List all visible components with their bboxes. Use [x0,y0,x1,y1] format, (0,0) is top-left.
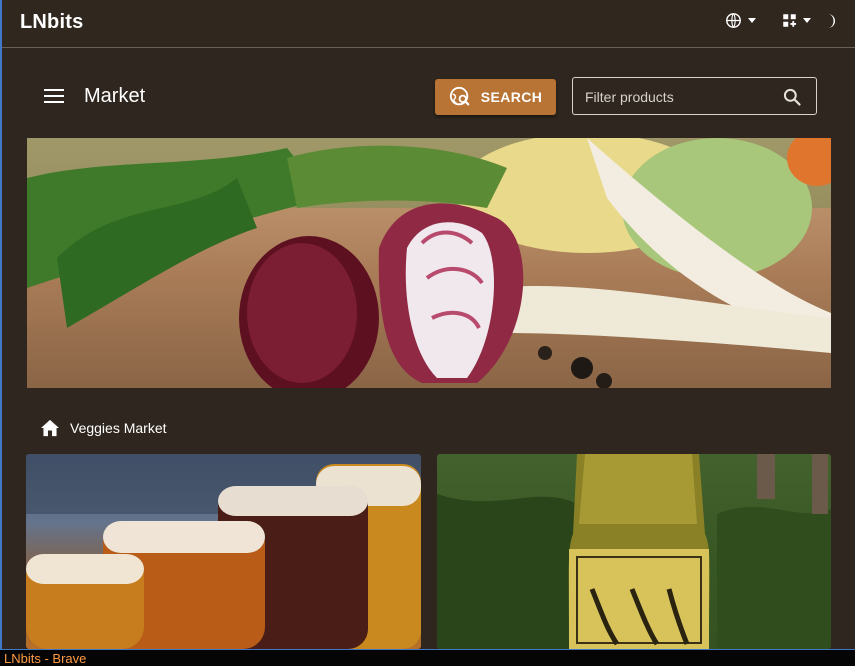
page-title: Market [84,85,146,107]
globe-icon [726,13,741,28]
app-brand[interactable]: LNbits [20,11,83,34]
top-header: LNbits [2,0,855,48]
dark-mode-icon [828,13,835,28]
home-icon [41,419,59,437]
breadcrumb[interactable]: Veggies Market [40,419,167,437]
header-actions [725,12,837,29]
product-card[interactable] [26,454,421,649]
beer-glasses-image [26,454,421,649]
window-title[interactable]: LNbits - Brave [4,651,86,666]
travel-explore-icon [449,86,470,106]
dark-mode-toggle[interactable] [825,13,837,29]
search-button-label: SEARCH [480,89,543,105]
search-button[interactable]: SEARCH [435,79,556,115]
window-frame-left [0,0,2,650]
filter-products-field[interactable] [572,77,817,116]
grid-menu-button[interactable] [782,13,811,28]
filter-products-input[interactable] [583,78,787,116]
os-taskbar: LNbits - Brave [0,649,855,666]
language-button[interactable] [725,12,756,29]
search-icon[interactable] [782,87,802,107]
market-toolbar: Market SEARCH [44,77,819,117]
product-card[interactable] [437,454,831,649]
chevron-down-icon [803,18,811,23]
menu-icon[interactable] [44,89,64,103]
vegetables-banner-graphic [27,138,831,388]
chevron-down-icon [748,18,756,23]
breadcrumb-label: Veggies Market [70,420,167,436]
market-banner-image [27,138,831,388]
grid-add-icon [783,14,797,27]
mead-bottle-image [437,454,831,649]
